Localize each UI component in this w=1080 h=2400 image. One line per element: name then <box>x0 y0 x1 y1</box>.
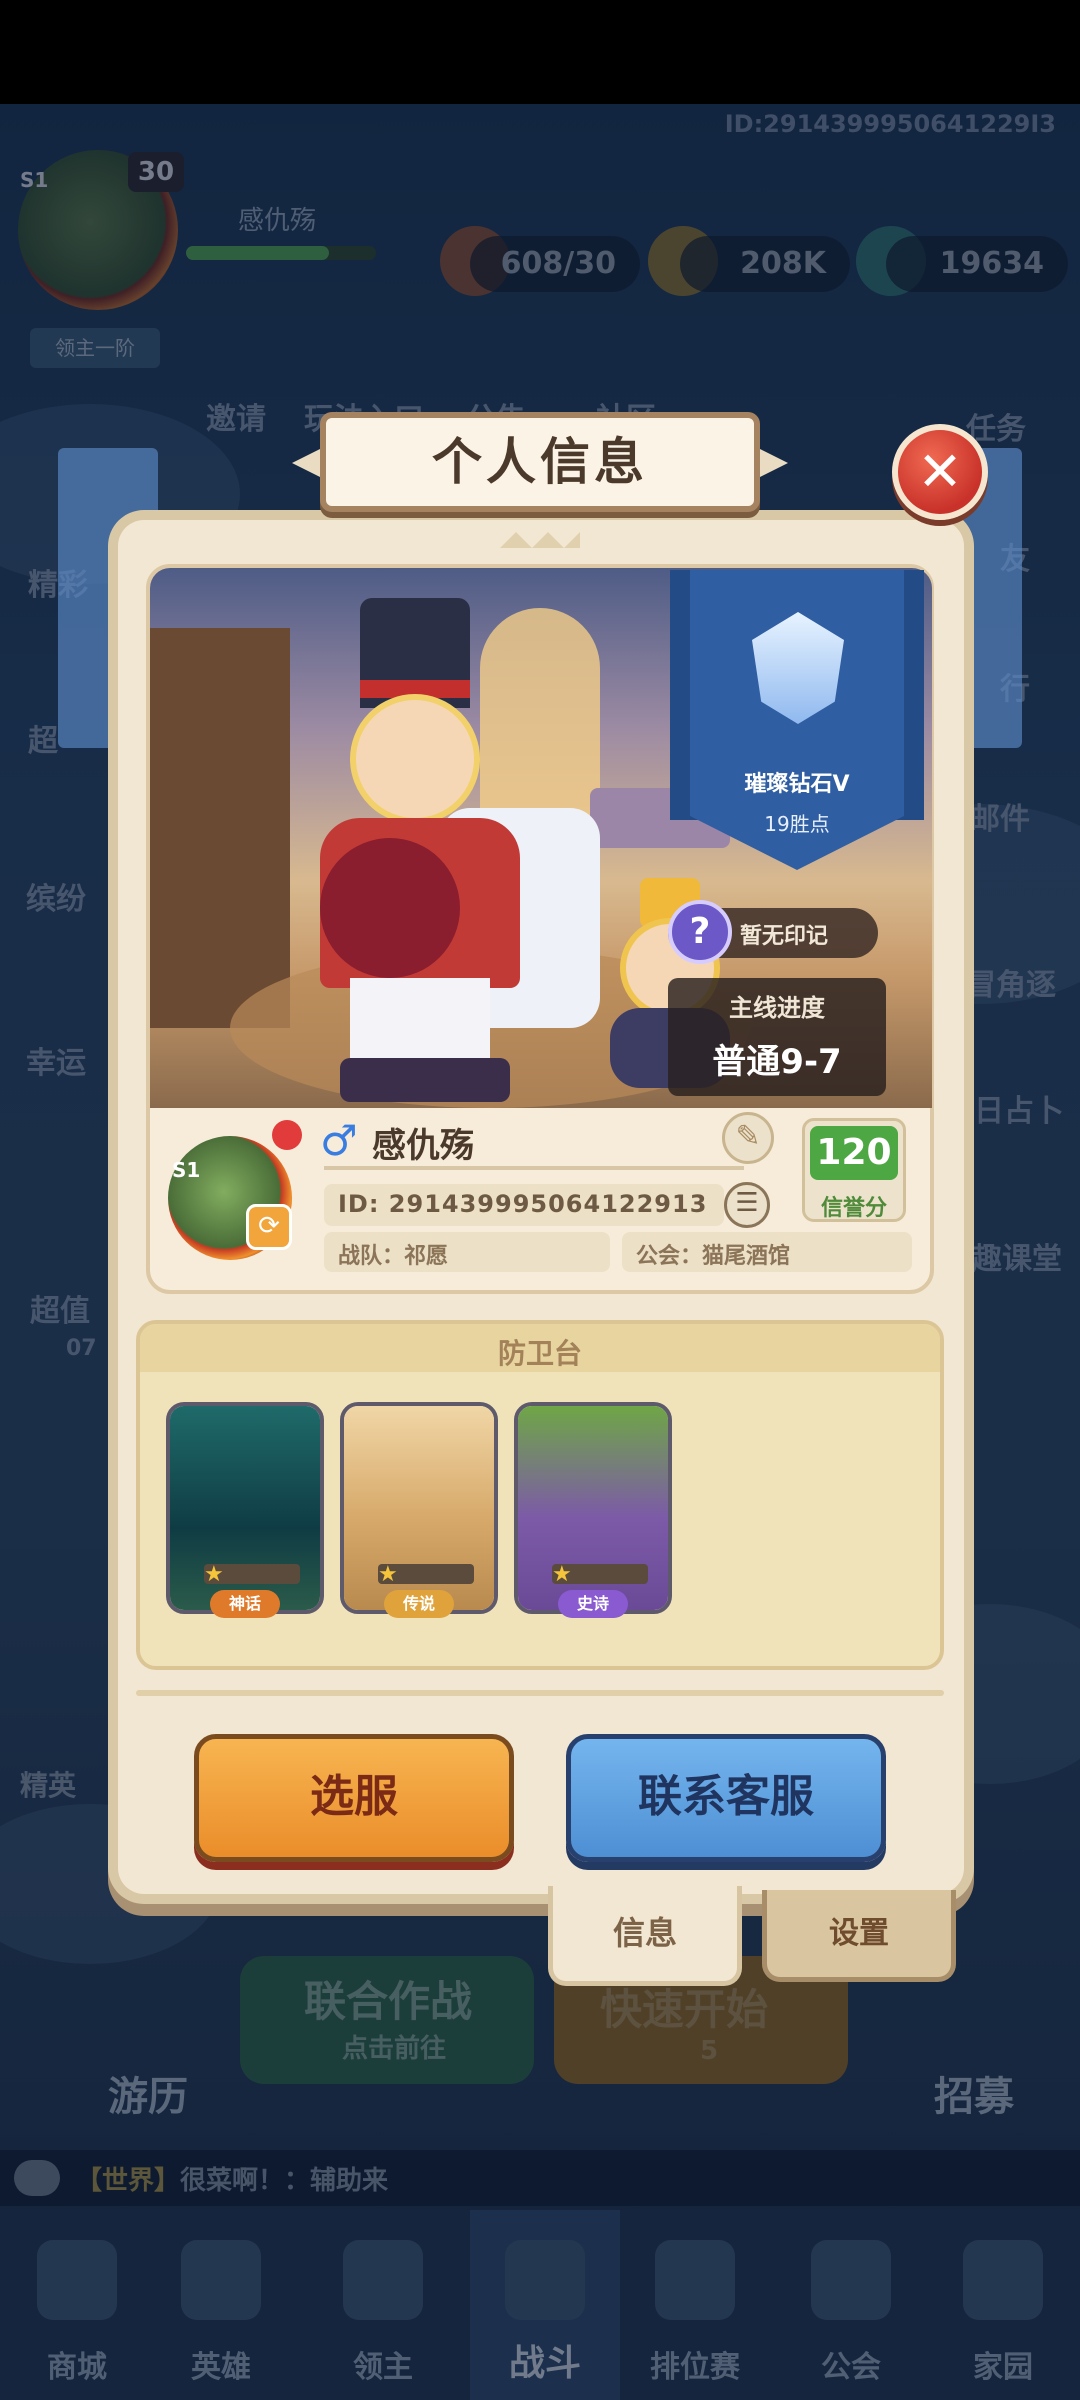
copy-id-icon[interactable]: ☰ <box>724 1182 770 1228</box>
rank-points: 19胜点 <box>764 812 830 836</box>
select-server-button[interactable]: 选服 <box>194 1734 514 1862</box>
rank-banner[interactable]: 璀璨钻石V 19胜点 <box>670 570 924 870</box>
edit-name-feather-icon[interactable]: ✎ <box>722 1112 774 1164</box>
dialog-title-plate: 个人信息 <box>320 412 760 512</box>
select-server-label: 选服 <box>310 1771 398 1822</box>
seal-text: 暂无印记 <box>740 924 829 949</box>
tower-card[interactable]: ★ <box>166 1402 324 1614</box>
tower-card[interactable]: ★ <box>340 1402 498 1614</box>
star-icon: ★ <box>552 1562 572 1587</box>
question-seal-icon[interactable]: ? <box>668 900 732 964</box>
dialog-title: 个人信息 <box>432 433 648 491</box>
credit-score-value: 120 <box>810 1126 898 1180</box>
defense-title: 防卫台 <box>497 1337 582 1370</box>
hero-weapon <box>320 838 460 978</box>
tab-settings-label: 设置 <box>829 1916 889 1951</box>
credit-score-label: 信誉分 <box>820 1196 887 1221</box>
tower-card[interactable]: ★ <box>514 1402 672 1614</box>
dialog-divider <box>136 1690 944 1696</box>
hero-boots <box>340 1058 510 1102</box>
profile-id: ID: 291439995064122913 <box>338 1190 708 1218</box>
tower-rarity-tag: 神话 <box>210 1590 280 1618</box>
tab-info[interactable]: 信息 <box>548 1886 742 1986</box>
tower-rarity-tag: 史诗 <box>558 1590 628 1618</box>
name-underline <box>324 1166 744 1170</box>
lord-character[interactable] <box>300 598 600 1102</box>
status-bar <box>0 0 1080 104</box>
team-name: 战队：祁愿 <box>338 1244 449 1269</box>
tower-rarity-tag: 传说 <box>384 1590 454 1618</box>
hero-head <box>350 694 480 824</box>
main-progress-title: 主线进度 <box>729 994 825 1022</box>
avatar-season-tag: S1 <box>172 1158 201 1182</box>
tab-info-label: 信息 <box>612 1914 677 1952</box>
tab-settings[interactable]: 设置 <box>762 1890 956 1982</box>
guild-name: 公会：猫尾酒馆 <box>636 1244 791 1269</box>
contact-support-button[interactable]: 联系客服 <box>566 1734 886 1862</box>
star-icon: ★ <box>204 1562 224 1587</box>
notification-dot <box>272 1120 302 1150</box>
close-icon: ✕ <box>917 440 963 503</box>
male-gender-icon: ♂ <box>320 1116 358 1165</box>
star-icon: ★ <box>378 1562 398 1587</box>
main-progress-value: 普通9-7 <box>712 1042 842 1082</box>
close-button[interactable]: ✕ <box>892 424 988 520</box>
contact-support-label: 联系客服 <box>638 1771 814 1822</box>
bookshelf <box>150 628 290 1028</box>
profile-name: 感仇殇 <box>372 1126 474 1166</box>
main-progress-box: 主线进度 普通9-7 <box>668 978 886 1096</box>
change-avatar-icon[interactable]: ⟳ <box>246 1204 292 1250</box>
rank-name: 璀璨钻石V <box>744 772 850 797</box>
